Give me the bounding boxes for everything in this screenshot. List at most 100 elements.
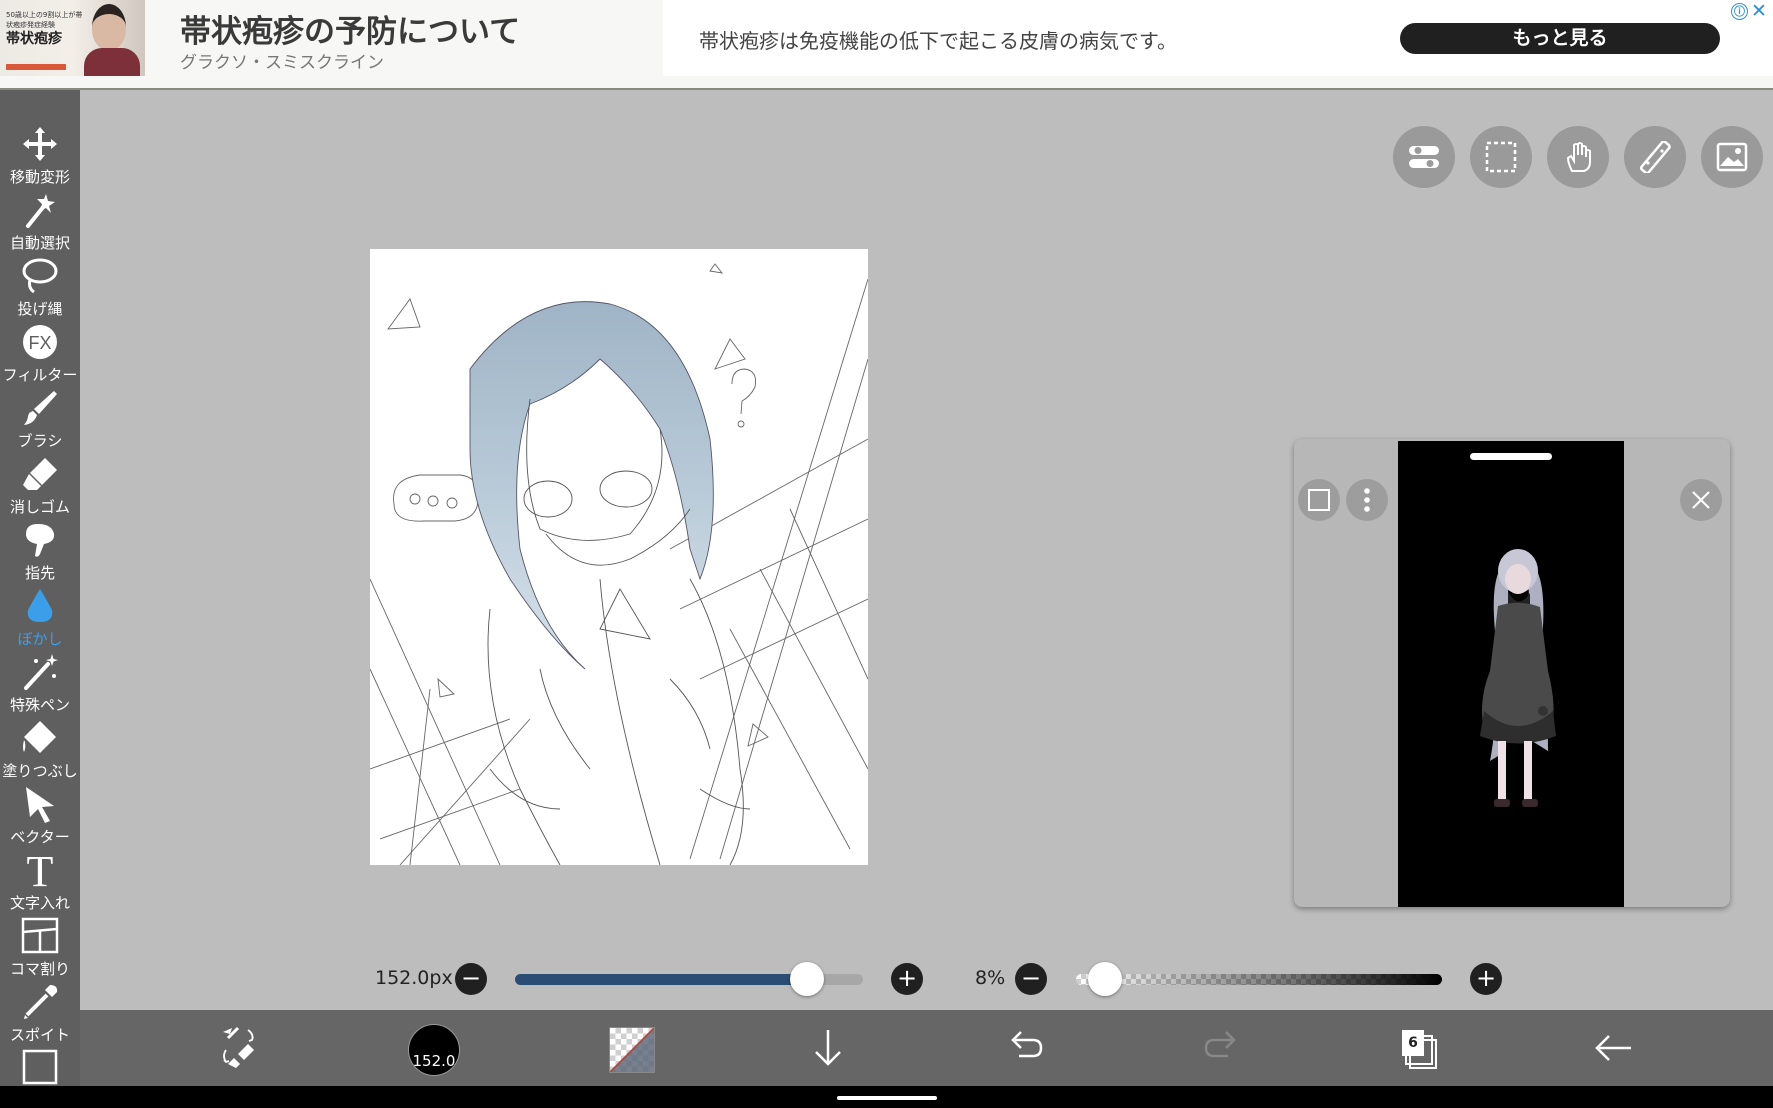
tool-text[interactable]: T 文字入れ bbox=[0, 848, 80, 914]
layer-down-button[interactable] bbox=[810, 1024, 846, 1076]
sketch-artwork bbox=[370, 263, 868, 865]
tool-label: スポイト bbox=[9, 1026, 70, 1044]
selection-rect-icon bbox=[1485, 141, 1517, 173]
tool-move-transform[interactable]: 移動変形 bbox=[0, 122, 80, 188]
vector-cursor-icon bbox=[26, 787, 54, 823]
tool-label: コマ割り bbox=[9, 960, 70, 978]
ad-description: 帯状疱疹は免疫機能の低下で起こる皮膚の病気です。 bbox=[699, 29, 1177, 53]
brush-size-fill bbox=[515, 974, 808, 985]
tool-auto-select[interactable]: 自動選択 bbox=[0, 188, 80, 254]
tool-lasso[interactable]: 投げ縄 bbox=[0, 254, 80, 320]
pen-eraser-swap-icon bbox=[223, 1026, 254, 1068]
bottom-toolbar bbox=[80, 1010, 1773, 1086]
tool-finger[interactable]: 指先 bbox=[0, 518, 80, 584]
opacity-slider[interactable] bbox=[1076, 974, 1442, 985]
ad-info-icon[interactable]: ⓘ bbox=[1731, 3, 1748, 20]
arrow-down-icon bbox=[815, 1030, 841, 1066]
lasso-icon bbox=[22, 258, 58, 294]
opacity-value: 8% bbox=[975, 967, 1006, 989]
tool-special-pen[interactable]: 特殊ペン bbox=[0, 650, 80, 716]
image-icon bbox=[1716, 142, 1748, 172]
reference-close-button[interactable] bbox=[1680, 479, 1722, 521]
opacity-decrease-button[interactable]: − bbox=[1015, 963, 1047, 995]
drawing-canvas[interactable] bbox=[370, 249, 868, 865]
tool-next-partial[interactable] bbox=[0, 1046, 80, 1086]
ad-thumb-small-text: 50歳以上の9割以上が帯状疱疹発症経験 bbox=[6, 11, 83, 29]
redo-button[interactable] bbox=[1202, 1024, 1242, 1076]
ad-thumb-person bbox=[92, 4, 126, 50]
tool-blur[interactable]: ぼかし bbox=[0, 584, 80, 650]
reference-image[interactable] bbox=[1398, 441, 1624, 907]
redo-icon bbox=[1204, 1031, 1236, 1058]
more-vertical-icon bbox=[1364, 488, 1370, 512]
tool-label: 文字入れ bbox=[9, 894, 70, 912]
magic-wand-icon bbox=[26, 194, 55, 228]
reference-crop-button[interactable] bbox=[1298, 479, 1340, 521]
opacity-slider-thumb[interactable] bbox=[1088, 962, 1123, 996]
toggle-settings-button[interactable] bbox=[1393, 126, 1455, 188]
home-gesture-pill[interactable] bbox=[837, 1096, 937, 1100]
ad-banner[interactable]: 50歳以上の9割以上が帯状疱疹発症経験 帯状疱疹 帯状疱疹の予防について グラク… bbox=[0, 0, 1773, 90]
tool-filter[interactable]: FX フィルター bbox=[0, 320, 80, 386]
ad-thumb-person-body bbox=[84, 48, 140, 76]
ad-advertiser: グラクソ・スミスクライン bbox=[180, 53, 384, 73]
brush-preview-button[interactable]: 152.0 bbox=[408, 1024, 460, 1076]
undo-button[interactable] bbox=[1005, 1024, 1045, 1076]
tool-brush[interactable]: ブラシ bbox=[0, 386, 80, 452]
reference-menu-button[interactable] bbox=[1346, 479, 1388, 521]
eyedropper-icon bbox=[24, 985, 58, 1019]
back-button[interactable] bbox=[1593, 1024, 1635, 1076]
ad-title[interactable]: 帯状疱疹の予防について bbox=[180, 6, 520, 51]
color-swatch-button[interactable] bbox=[609, 1027, 655, 1073]
frame-divide-icon bbox=[21, 917, 59, 954]
brush-eraser-swap-button[interactable] bbox=[218, 1024, 258, 1076]
tool-eyedropper[interactable]: スポイト bbox=[0, 980, 80, 1046]
hand-tool-button[interactable] bbox=[1547, 126, 1609, 188]
tool-sidebar: 移動変形 自動選択 投げ縄 FX フィルター ブラシ 消しゴム 指先 ぼかし 特… bbox=[0, 90, 80, 1086]
ad-close-icon[interactable]: ✕ bbox=[1751, 0, 1767, 22]
selection-button[interactable] bbox=[1470, 126, 1532, 188]
transparent-color-icon bbox=[610, 1028, 654, 1072]
toggle-icon bbox=[1409, 146, 1439, 168]
tool-label: 投げ縄 bbox=[17, 300, 63, 318]
square-icon bbox=[1308, 489, 1330, 511]
brush-icon bbox=[24, 391, 57, 425]
reference-drag-handle[interactable] bbox=[1470, 453, 1552, 460]
text-icon: T bbox=[27, 850, 54, 890]
tool-label: 移動変形 bbox=[9, 168, 70, 186]
arrow-left-icon bbox=[1595, 1035, 1631, 1061]
image-material-button[interactable] bbox=[1701, 126, 1763, 188]
tool-label: 指先 bbox=[24, 564, 55, 582]
tool-label: ベクター bbox=[10, 828, 70, 846]
tool-label: 塗りつぶし bbox=[2, 762, 78, 780]
tool-label: 特殊ペン bbox=[9, 696, 70, 714]
tool-vector[interactable]: ベクター bbox=[0, 782, 80, 848]
svg-text:FX: FX bbox=[28, 333, 51, 353]
ad-thumbnail-image[interactable]: 50歳以上の9割以上が帯状疱疹発症経験 帯状疱疹 bbox=[0, 0, 145, 76]
tool-label: フィルター bbox=[2, 366, 78, 384]
finger-icon bbox=[26, 524, 55, 557]
fill-icon bbox=[23, 721, 56, 753]
size-decrease-button[interactable]: − bbox=[455, 963, 487, 995]
blur-drop-icon bbox=[27, 589, 53, 622]
fx-icon: FX bbox=[23, 325, 57, 359]
ad-thumb-strip bbox=[6, 64, 66, 70]
tool-label: ブラシ bbox=[17, 432, 63, 450]
ruler-button[interactable] bbox=[1624, 126, 1686, 188]
opacity-increase-button[interactable]: + bbox=[1470, 963, 1502, 995]
ad-thumb-main-text: 帯状疱疹 bbox=[6, 31, 62, 47]
special-pen-icon bbox=[24, 654, 58, 690]
brush-size-slider-thumb[interactable] bbox=[790, 962, 825, 996]
tool-fill[interactable]: 塗りつぶし bbox=[0, 716, 80, 782]
ad-more-button[interactable]: もっと見る bbox=[1400, 23, 1720, 54]
tool-label: 消しゴム bbox=[9, 498, 70, 516]
undo-icon bbox=[1011, 1031, 1043, 1058]
move-icon bbox=[23, 127, 57, 161]
tool-frame-divide[interactable]: コマ割り bbox=[0, 914, 80, 980]
brush-size-text: 152.0 bbox=[412, 1052, 456, 1070]
reference-panel[interactable] bbox=[1294, 439, 1730, 907]
tool-eraser[interactable]: 消しゴム bbox=[0, 452, 80, 518]
eraser-icon bbox=[23, 458, 57, 490]
partial-tool-icon bbox=[22, 1049, 58, 1085]
size-increase-button[interactable]: + bbox=[891, 963, 923, 995]
